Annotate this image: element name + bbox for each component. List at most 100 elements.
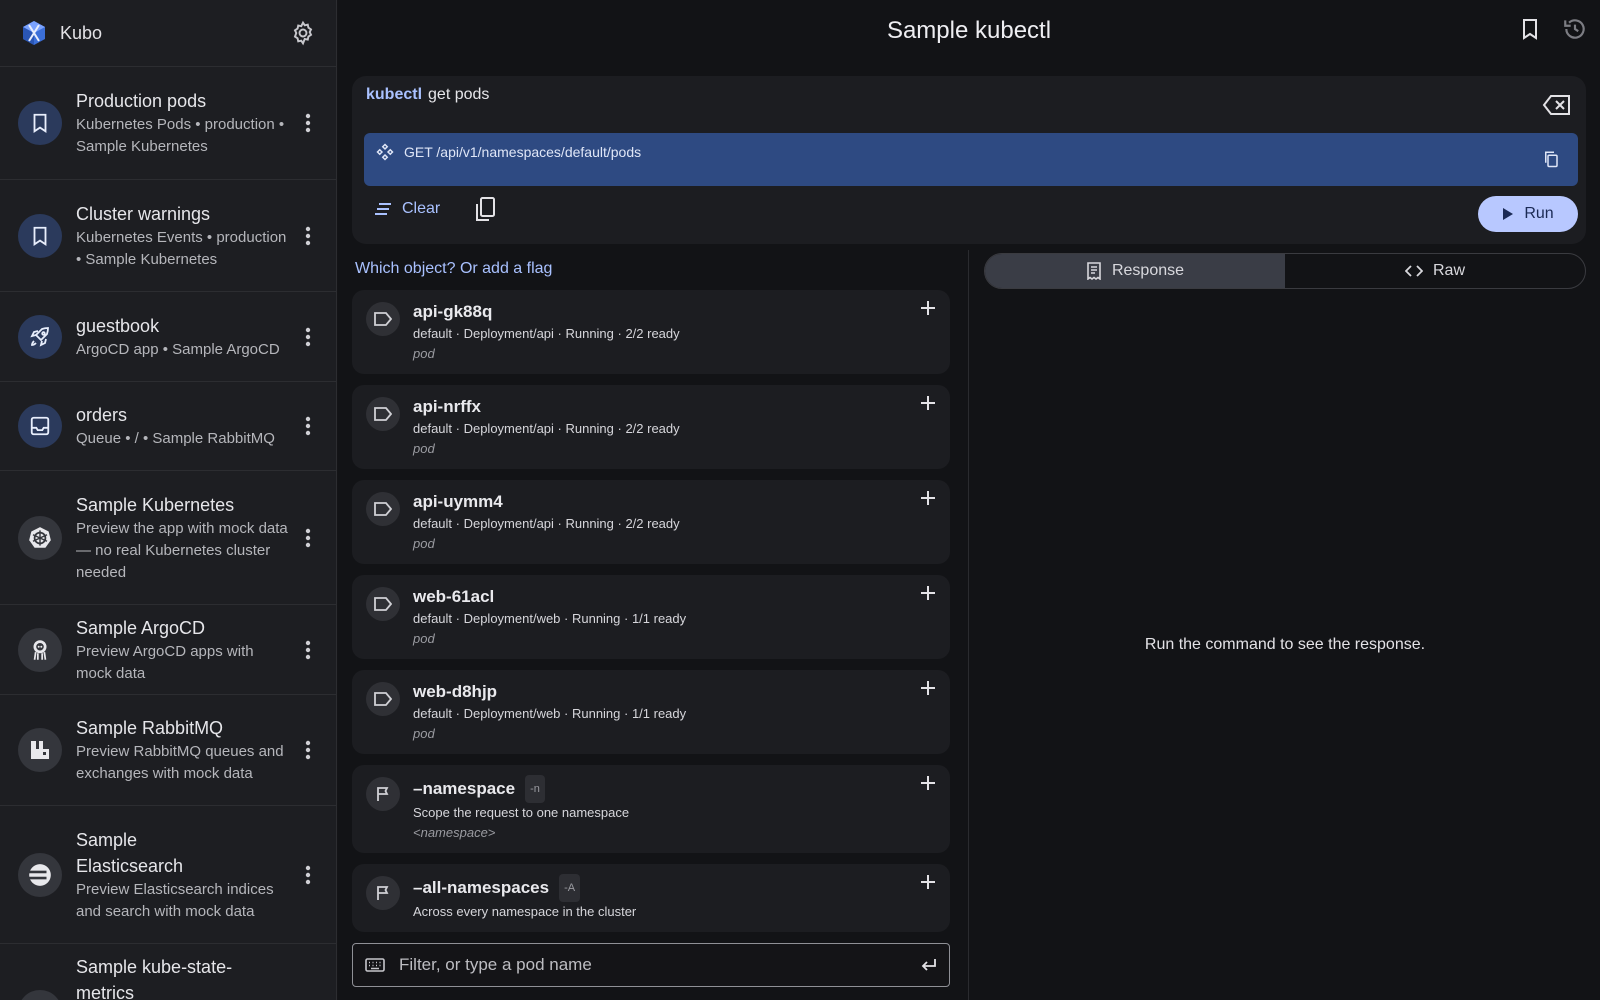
sidebar-item-orders[interactable]: orders Queue • / • Sample RabbitMQ (0, 382, 336, 471)
duplicate-icon[interactable] (474, 196, 496, 222)
suggestion-title: api-uymm4 (413, 490, 936, 514)
sidebar-item-avatar (18, 515, 62, 560)
add-icon[interactable] (920, 490, 936, 506)
bookmark-icon (33, 113, 47, 133)
add-icon[interactable] (920, 680, 936, 696)
tab-response-label: Response (1111, 262, 1185, 279)
suggestion-kind: pod (413, 726, 435, 741)
list-item[interactable]: –namespace -n Scope the request to one na… (352, 765, 950, 853)
more-vert-icon[interactable] (296, 526, 320, 550)
more-vert-icon[interactable] (296, 325, 320, 349)
receipt-icon (1087, 262, 1101, 280)
suggestion-title: –namespace -n (413, 775, 936, 803)
sidebar-item-sub: Kubernetes Events • production • Sample … (76, 228, 287, 268)
sidebar-item-sample-kubernetes[interactable]: Sample Kubernetes Preview the app with m… (0, 471, 336, 605)
backspace-icon[interactable] (1542, 94, 1572, 116)
api-icon (376, 143, 394, 161)
add-icon[interactable] (920, 395, 936, 411)
kubernetes-icon (29, 526, 51, 548)
command-card: kubectl get pods GET /api/v1/namespaces/d… (352, 76, 1586, 244)
list-item[interactable]: api-nrffx default · Deployment/api · Run… (352, 385, 950, 469)
command-line[interactable]: kubectl get pods (366, 86, 489, 104)
more-vert-icon[interactable] (296, 414, 320, 438)
sidebar-item-guestbook[interactable]: guestbook ArgoCD app • Sample ArgoCD (0, 292, 336, 382)
suggestion-desc: default · Deployment/web · Running · 1/1… (413, 611, 687, 626)
clear-button[interactable]: Clear (374, 200, 440, 218)
suggestion-name: –all-namespaces (413, 878, 550, 897)
filter-input[interactable] (399, 955, 921, 975)
command-keyword: kubectl (366, 86, 423, 103)
sidebar-item-sub: Preview ArgoCD apps with mock data (76, 642, 254, 682)
tab-response[interactable]: Response (985, 254, 1285, 288)
code-icon (1404, 265, 1423, 277)
label-icon (366, 302, 400, 336)
suggestion-desc: default · Deployment/api · Running · 2/2… (413, 326, 680, 341)
more-vert-icon[interactable] (296, 638, 320, 662)
run-button[interactable]: Run (1478, 196, 1578, 232)
sidebar-item-cluster-warnings[interactable]: Cluster warnings Kubernetes Events • pro… (0, 180, 336, 292)
top-bar: Sample kubectl (338, 0, 1600, 62)
sidebar-item-production-pods[interactable]: Production pods Kubernetes Pods • produc… (0, 67, 336, 180)
add-icon[interactable] (920, 775, 936, 791)
add-icon[interactable] (920, 585, 936, 601)
api-request-bar: GET /api/v1/namespaces/default/pods (364, 133, 1578, 186)
sidebar-item-sample-kube-state-metrics[interactable]: Sample kube-state-metrics (0, 944, 336, 1000)
api-request-text: GET /api/v1/namespaces/default/pods (404, 144, 642, 160)
bookmark-icon[interactable] (1518, 16, 1542, 42)
more-vert-icon[interactable] (296, 224, 320, 248)
sidebar-item-sub: Preview the app with mock data — no real… (76, 519, 288, 581)
more-vert-icon[interactable] (296, 111, 320, 135)
filter-field (352, 943, 950, 987)
suggestion-title: –all-namespaces -A (413, 874, 936, 902)
rocket-icon (30, 326, 49, 347)
sidebar-header: Kubo (0, 0, 336, 67)
more-vert-icon[interactable] (296, 738, 320, 762)
suggestion-desc: Scope the request to one namespace (413, 805, 630, 820)
sidebar-item-avatar (18, 990, 62, 1000)
sidebar-item-name: Sample kube-state-metrics (76, 957, 233, 1000)
elasticsearch-icon (29, 863, 51, 886)
suggestion-title: web-61acl (413, 585, 936, 609)
add-icon[interactable] (920, 874, 936, 890)
label-icon (366, 397, 400, 431)
sidebar-item-name: Sample RabbitMQ (76, 718, 224, 738)
copy-icon[interactable] (1542, 149, 1560, 169)
tab-raw-label: Raw (1432, 262, 1465, 279)
flag-icon (366, 777, 400, 811)
list-item[interactable]: –all-namespaces -A Across every namespace… (352, 864, 950, 932)
clear-lines-icon (375, 203, 391, 215)
sidebar-item-name: Cluster warnings (76, 203, 211, 224)
label-icon (366, 682, 400, 716)
main-panel: Sample kubectl kubectl get pods GET /api/… (338, 0, 1600, 1000)
suggestion-name: web-d8hjp (413, 682, 498, 701)
run-label: Run (1524, 205, 1554, 222)
suggestion-name: web-61acl (413, 587, 495, 606)
suggestion-kind: pod (413, 631, 435, 646)
tab-raw[interactable]: Raw (1285, 254, 1585, 288)
sidebar-item-sample-argocd[interactable]: Sample ArgoCD Preview ArgoCD apps with m… (0, 605, 336, 695)
list-item[interactable]: api-gk88q default · Deployment/api · Run… (352, 290, 950, 374)
argocd-icon (33, 639, 47, 660)
list-item[interactable]: api-uymm4 default · Deployment/api · Run… (352, 480, 950, 564)
list-item[interactable]: web-d8hjp default · Deployment/web · Run… (352, 670, 950, 754)
sidebar-item-sample-rabbitmq[interactable]: Sample RabbitMQ Preview RabbitMQ queues … (0, 695, 336, 806)
keyboard-icon (365, 958, 385, 972)
sidebar-item-name: orders (76, 405, 128, 425)
suggestion-kind: pod (413, 441, 435, 456)
suggestion-desc: Across every namespace in the cluster (413, 904, 637, 919)
add-icon[interactable] (920, 300, 936, 316)
gear-icon[interactable] (290, 20, 316, 46)
list-item[interactable]: web-61acl default · Deployment/web · Run… (352, 575, 950, 659)
more-vert-icon[interactable] (296, 863, 320, 887)
clear-label: Clear (402, 200, 441, 217)
label-icon (366, 492, 400, 526)
history-icon[interactable] (1562, 16, 1588, 42)
sidebar-item-avatar (18, 101, 62, 145)
flag-alias: -A (559, 874, 581, 902)
sidebar-item-name: Sample Kubernetes (76, 494, 235, 515)
enter-icon[interactable] (921, 958, 937, 972)
suggestion-kind: <namespace> (413, 825, 496, 840)
sidebar-item-sample-elasticsearch[interactable]: Sample Elasticsearch Preview Elasticsear… (0, 806, 336, 944)
sidebar-item-avatar (18, 627, 62, 672)
sidebar-item-name: Sample ArgoCD (76, 617, 206, 638)
